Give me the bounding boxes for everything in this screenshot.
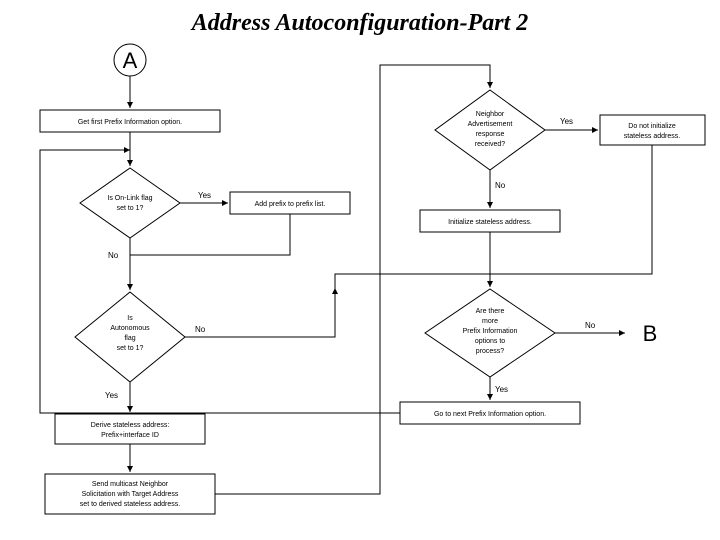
svg-text:response: response [476, 131, 505, 138]
svg-text:Is: Is [127, 315, 133, 322]
svg-text:process?: process? [476, 348, 505, 355]
go-next-box: Go to next Prefix Information option. [400, 402, 580, 424]
svg-text:Prefix+interface ID: Prefix+interface ID [101, 432, 159, 439]
send-box: Send multicast Neighbor Solicitation wit… [45, 474, 215, 514]
svg-text:Advertisement: Advertisement [468, 121, 513, 128]
svg-text:set to 1?: set to 1? [117, 205, 144, 212]
add-prefix-box: Add prefix to prefix list. [230, 192, 350, 214]
svg-text:more: more [482, 318, 498, 325]
svg-text:set to 1?: set to 1? [117, 345, 144, 352]
svg-text:Get first Prefix Information o: Get first Prefix Information option. [78, 119, 182, 126]
autonomous-decision: Is Autonomous flag set to 1? [75, 292, 185, 382]
svg-text:options to: options to [475, 338, 505, 345]
svg-text:stateless address.: stateless address. [624, 133, 680, 140]
onlink-decision: Is On-Link flag set to 1? [80, 168, 180, 238]
svg-text:Initialize stateless address.: Initialize stateless address. [448, 219, 532, 226]
svg-text:Is On-Link flag: Is On-Link flag [107, 195, 152, 202]
yes-label: Yes [560, 117, 573, 126]
no-label: No [585, 321, 596, 330]
svg-text:set to derived stateless addre: set to derived stateless address. [80, 501, 180, 508]
svg-text:Do not initialize: Do not initialize [628, 123, 676, 130]
more-options-decision: Are there more Prefix Information option… [425, 289, 555, 377]
no-label: No [195, 325, 206, 334]
svg-text:flag: flag [124, 335, 135, 342]
do-not-init-box: Do not initialize stateless address. [600, 115, 705, 145]
svg-text:Go to next Prefix Information: Go to next Prefix Information option. [434, 411, 546, 418]
svg-text:Prefix Information: Prefix Information [463, 328, 518, 335]
yes-label: Yes [198, 191, 211, 200]
svg-text:A: A [123, 48, 138, 73]
no-label: No [495, 181, 506, 190]
get-first-box: Get first Prefix Information option. [40, 110, 220, 132]
svg-text:Neighbor: Neighbor [476, 111, 505, 118]
svg-text:Solicitation with Target Addre: Solicitation with Target Address [82, 491, 179, 498]
svg-text:Autonomous: Autonomous [110, 325, 150, 332]
svg-text:Add prefix to prefix list.: Add prefix to prefix list. [255, 201, 326, 208]
yes-label: Yes [495, 385, 508, 394]
connector-b: B [643, 321, 658, 346]
arrow [185, 288, 335, 337]
derive-box: Derive stateless address: Prefix+interfa… [55, 414, 205, 444]
connector-a: A [114, 44, 146, 76]
line [335, 274, 430, 288]
svg-text:received?: received? [475, 141, 505, 148]
svg-text:Send multicast Neighbor: Send multicast Neighbor [92, 481, 169, 488]
page-title: Address Autoconfiguration-Part 2 [190, 10, 529, 36]
svg-text:B: B [643, 321, 658, 346]
arrow [40, 150, 400, 413]
yes-label: Yes [105, 391, 118, 400]
svg-text:Are there: Are there [476, 308, 505, 315]
init-box: Initialize stateless address. [420, 210, 560, 232]
neighbor-decision: Neighbor Advertisement response received… [435, 90, 545, 170]
no-label: No [108, 251, 119, 260]
svg-text:Derive stateless address:: Derive stateless address: [91, 422, 170, 429]
